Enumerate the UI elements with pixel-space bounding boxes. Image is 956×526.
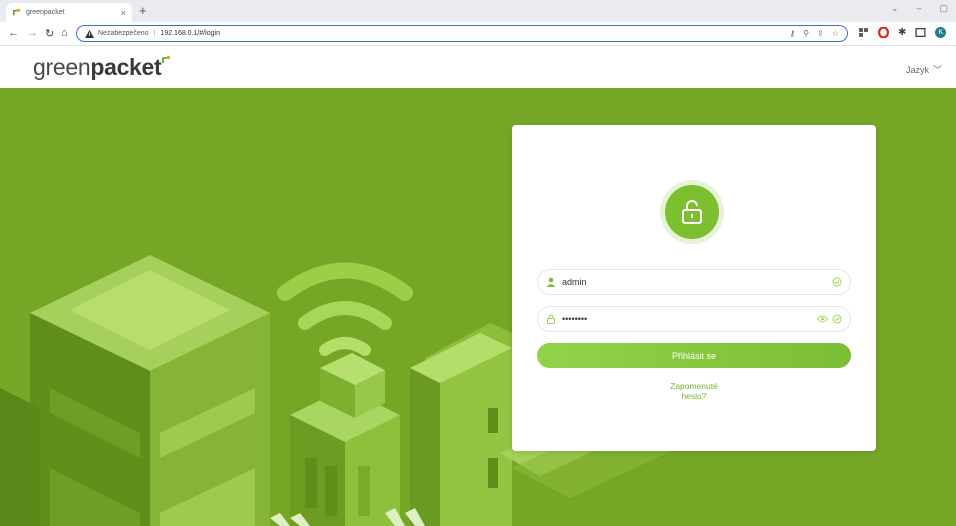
warning-icon <box>85 29 94 38</box>
browser-tab[interactable]: greenpacket × <box>6 3 132 22</box>
username-field[interactable] <box>537 269 851 295</box>
tab-search-icon[interactable]: ⌄ <box>891 3 899 14</box>
address-bar[interactable]: Nezabezpečeno | 192.168.0.1/#/login ⚷ ⚲ … <box>76 25 848 42</box>
security-warning-label: Nezabezpečeno <box>98 30 149 37</box>
forgot-password-link[interactable]: Zapomenuté heslo? <box>642 381 746 401</box>
minimize-icon[interactable]: – <box>916 3 921 14</box>
login-button[interactable]: Přihlásit se <box>537 343 851 368</box>
extension-grid-icon[interactable] <box>858 27 869 38</box>
middle-building-illustration <box>290 353 400 526</box>
password-field[interactable] <box>537 306 851 332</box>
valid-check-icon <box>832 314 842 324</box>
reload-icon[interactable]: ↻ <box>45 27 54 40</box>
profile-avatar[interactable]: K <box>935 27 947 38</box>
share-icon[interactable]: ⇪ <box>817 29 824 38</box>
bookmark-star-icon[interactable]: ☆ <box>832 29 839 38</box>
maximize-icon[interactable]: ▢ <box>939 3 948 14</box>
show-password-eye-icon[interactable] <box>817 315 828 323</box>
logo-mark-icon <box>162 56 171 63</box>
user-icon <box>546 277 556 287</box>
zoom-icon[interactable]: ⚲ <box>803 29 809 38</box>
tab-title: greenpacket <box>26 9 65 16</box>
new-tab-button[interactable]: + <box>139 3 147 18</box>
language-selector[interactable]: Jazyk ﹀ <box>906 63 942 76</box>
address-separator: | <box>153 30 156 37</box>
left-building-illustration <box>0 255 270 526</box>
puzzle-extensions-icon[interactable]: ✱ <box>898 27 906 38</box>
logo-text-light: green <box>33 54 91 80</box>
back-arrow-icon[interactable]: ← <box>8 27 19 39</box>
address-bar-actions: ⚷ ⚲ ⇪ ☆ <box>789 29 839 38</box>
valid-check-icon <box>832 277 842 287</box>
window-controls: ⌄ – ▢ <box>891 3 948 14</box>
logo-text-bold: packet <box>90 54 162 80</box>
forgot-password-line1: Zapomenuté <box>670 381 718 391</box>
key-icon[interactable]: ⚷ <box>789 29 795 38</box>
chevron-down-icon: ﹀ <box>932 65 942 75</box>
lock-icon <box>547 314 555 324</box>
forgot-password-line2: heslo? <box>681 391 707 401</box>
extension-icons: ✱ K <box>858 27 947 38</box>
greenpacket-favicon-icon <box>13 8 21 16</box>
side-panel-icon[interactable] <box>915 27 926 38</box>
browser-tab-strip: greenpacket × + ⌄ – ▢ <box>0 0 956 22</box>
url-text: 192.168.0.1/#/login <box>160 30 220 37</box>
tab-close-icon[interactable]: × <box>121 8 126 18</box>
opera-extension-icon[interactable] <box>878 27 889 38</box>
browser-toolbar: ← → ↻ ⌂ Nezabezpečeno | 192.168.0.1/#/lo… <box>0 22 956 46</box>
home-icon[interactable]: ⌂ <box>61 27 68 39</box>
username-input[interactable] <box>562 277 832 287</box>
login-card: Přihlásit se Zapomenuté heslo? <box>512 125 876 451</box>
forward-arrow-icon[interactable]: → <box>27 27 38 39</box>
page-header: greenpacket Jazyk ﹀ <box>0 46 956 88</box>
unlock-icon <box>682 200 702 224</box>
language-label: Jazyk <box>905 64 929 75</box>
password-input[interactable] <box>562 314 817 324</box>
unlock-badge <box>665 185 719 239</box>
greenpacket-logo: greenpacket <box>33 54 171 81</box>
